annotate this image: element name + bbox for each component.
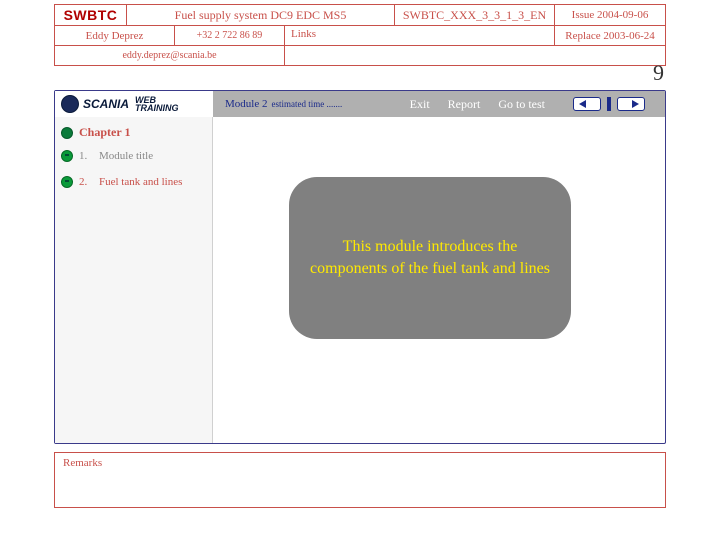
page-indicator-icon [607,97,611,111]
status-smiley-icon [61,150,73,162]
item-number: 2. [79,176,93,188]
remarks-label: Remarks [63,457,102,469]
go-to-test-link[interactable]: Go to test [498,97,545,112]
slide-topbar: SCANIA WEB TRAINING Module 2 estimated t… [55,91,665,117]
module-label: Module 2 [225,98,267,110]
estimated-time: estimated time ....... [271,99,342,109]
swbtc-logo: SWBTC [55,5,127,25]
doc-code: SWBTC_XXX_3_3_1_3_EN [395,5,555,25]
doc-email: eddy.deprez@scania.be [55,46,285,65]
prev-page-button[interactable] [573,97,601,111]
doc-author: Eddy Deprez [55,26,175,45]
chapter-title: Chapter 1 [79,125,130,140]
next-page-button[interactable] [617,97,645,111]
page-number: 9 [653,60,664,86]
item-number: 1. [79,150,93,162]
sidebar-item-fuel-tank[interactable]: 2. Fuel tank and lines [61,176,206,188]
report-link[interactable]: Report [448,97,481,112]
scania-griffin-icon [61,95,79,113]
exit-link[interactable]: Exit [410,97,430,112]
status-smiley-icon [61,176,73,188]
item-label: Module title [99,150,153,162]
doc-replace: Replace 2003-06-24 [555,26,665,45]
doc-issue: Issue 2004-09-06 [555,5,665,25]
training-slide: SCANIA WEB TRAINING Module 2 estimated t… [54,90,666,444]
doc-phone: +32 2 722 86 89 [175,26,285,45]
training-label: TRAINING [135,104,179,112]
intro-callout: This module introduces the components of… [289,177,571,339]
item-label: Fuel tank and lines [99,176,182,188]
doc-title: Fuel supply system DC9 EDC MS5 [127,5,395,25]
remarks-box: Remarks [54,452,666,508]
chapter-sidebar: Chapter 1 1. Module title 2. Fuel tank a… [55,117,213,443]
chapter-heading: Chapter 1 [61,125,206,140]
callout-text: This module introduces the components of… [309,236,551,279]
scania-brand: SCANIA [83,97,129,111]
sidebar-item-module-title[interactable]: 1. Module title [61,150,206,162]
document-header: SWBTC Fuel supply system DC9 EDC MS5 SWB… [54,4,666,66]
chapter-dot-icon [61,127,73,139]
doc-links-label: Links [285,26,555,45]
scania-logo-block: SCANIA WEB TRAINING [55,91,213,117]
slide-content: This module introduces the components of… [213,117,665,443]
